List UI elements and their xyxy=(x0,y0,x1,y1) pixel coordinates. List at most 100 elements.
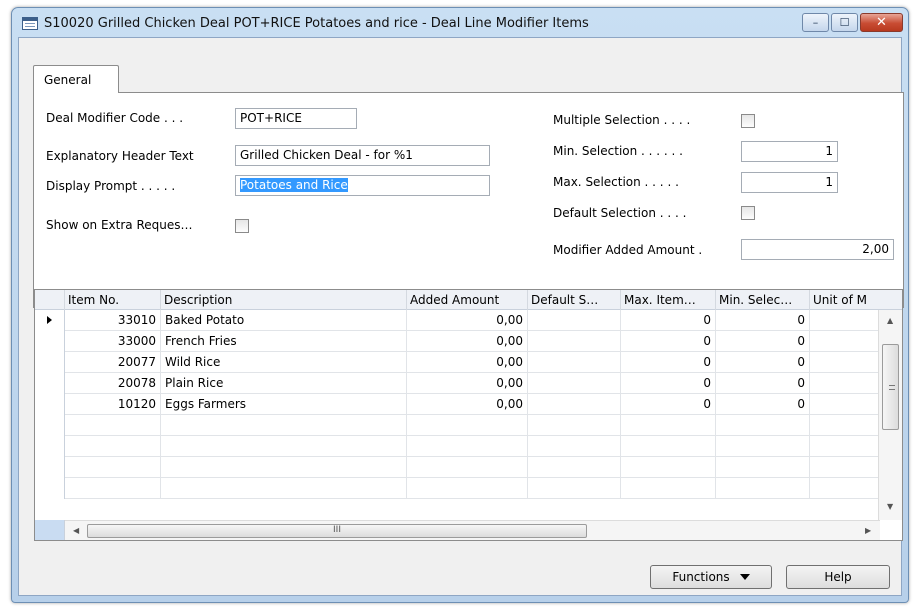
cell-item-no[interactable]: 33000 xyxy=(65,331,161,352)
scroll-left-icon[interactable]: ◀ xyxy=(73,526,79,535)
table-row[interactable] xyxy=(35,478,880,499)
scroll-up-icon[interactable]: ▲ xyxy=(887,316,893,325)
cell-unit-of-measure[interactable] xyxy=(810,436,880,457)
column-header-unit-of-measure[interactable]: Unit of M xyxy=(810,290,880,310)
cell-added-amount[interactable]: 0,00 xyxy=(407,394,528,415)
table-row[interactable]: 20078 Plain Rice 0,00 0 0 xyxy=(35,373,880,394)
show-extra-request-checkbox[interactable] xyxy=(235,219,249,233)
table-row[interactable]: 10120 Eggs Farmers 0,00 0 0 xyxy=(35,394,880,415)
min-selection-field[interactable]: 1 xyxy=(741,141,838,162)
cell-max-items[interactable]: 0 xyxy=(621,394,716,415)
tab-general[interactable]: General xyxy=(33,65,119,93)
modifier-added-amount-field[interactable]: 2,00 xyxy=(741,239,894,260)
cell-unit-of-measure[interactable] xyxy=(810,331,880,352)
cell-description[interactable]: Eggs Farmers xyxy=(161,394,407,415)
row-selector[interactable] xyxy=(35,310,65,331)
cell-max-items[interactable] xyxy=(621,436,716,457)
cell-unit-of-measure[interactable] xyxy=(810,415,880,436)
table-row[interactable] xyxy=(35,436,880,457)
multiple-selection-checkbox[interactable] xyxy=(741,114,755,128)
cell-min-selection[interactable]: 0 xyxy=(716,394,810,415)
cell-added-amount[interactable]: 0,00 xyxy=(407,310,528,331)
cell-min-selection[interactable]: 0 xyxy=(716,373,810,394)
cell-item-no[interactable] xyxy=(65,436,161,457)
vertical-scroll-thumb[interactable] xyxy=(882,344,899,430)
cell-min-selection[interactable] xyxy=(716,478,810,499)
cell-description[interactable]: Plain Rice xyxy=(161,373,407,394)
title-bar[interactable]: S10020 Grilled Chicken Deal POT+RICE Pot… xyxy=(12,8,908,38)
cell-item-no[interactable]: 20077 xyxy=(65,352,161,373)
maximize-button[interactable]: ☐ xyxy=(831,13,858,32)
cell-default-selection[interactable] xyxy=(528,331,621,352)
row-selector[interactable] xyxy=(35,478,65,499)
cell-min-selection[interactable] xyxy=(716,436,810,457)
help-button[interactable]: Help xyxy=(786,565,890,589)
column-header-max-items[interactable]: Max. Item… xyxy=(621,290,716,310)
row-selector[interactable] xyxy=(35,331,65,352)
scroll-down-icon[interactable]: ▼ xyxy=(887,502,893,511)
horizontal-scrollbar[interactable]: ◀ III ▶ xyxy=(65,520,880,540)
cell-default-selection[interactable] xyxy=(528,394,621,415)
column-header-added-amount[interactable]: Added Amount xyxy=(407,290,528,310)
row-selector[interactable] xyxy=(35,394,65,415)
cell-default-selection[interactable] xyxy=(528,415,621,436)
cell-item-no[interactable] xyxy=(65,478,161,499)
cell-min-selection[interactable] xyxy=(716,415,810,436)
cell-min-selection[interactable]: 0 xyxy=(716,352,810,373)
cell-max-items[interactable] xyxy=(621,457,716,478)
cell-min-selection[interactable]: 0 xyxy=(716,331,810,352)
cell-unit-of-measure[interactable] xyxy=(810,394,880,415)
cell-item-no[interactable]: 20078 xyxy=(65,373,161,394)
row-selector[interactable] xyxy=(35,457,65,478)
close-button[interactable]: ✕ xyxy=(860,13,903,32)
cell-max-items[interactable] xyxy=(621,415,716,436)
horizontal-scroll-thumb[interactable]: III xyxy=(87,524,587,538)
cell-default-selection[interactable] xyxy=(528,457,621,478)
cell-max-items[interactable]: 0 xyxy=(621,331,716,352)
column-header-item-no[interactable]: Item No. xyxy=(65,290,161,310)
vertical-scrollbar[interactable]: ▲ ▼ xyxy=(878,310,902,520)
cell-description[interactable]: Baked Potato xyxy=(161,310,407,331)
cell-added-amount[interactable]: 0,00 xyxy=(407,352,528,373)
table-row[interactable]: 33010 Baked Potato 0,00 0 0 xyxy=(35,310,880,331)
functions-button[interactable]: Functions xyxy=(650,565,772,589)
cell-default-selection[interactable] xyxy=(528,373,621,394)
cell-added-amount[interactable] xyxy=(407,415,528,436)
cell-min-selection[interactable]: 0 xyxy=(716,310,810,331)
cell-item-no[interactable]: 33010 xyxy=(65,310,161,331)
row-selector[interactable] xyxy=(35,415,65,436)
cell-description[interactable]: French Fries xyxy=(161,331,407,352)
cell-max-items[interactable]: 0 xyxy=(621,373,716,394)
cell-default-selection[interactable] xyxy=(528,310,621,331)
cell-min-selection[interactable] xyxy=(716,457,810,478)
cell-unit-of-measure[interactable] xyxy=(810,310,880,331)
display-prompt-field[interactable]: Potatoes and Rice xyxy=(235,175,490,196)
cell-description[interactable] xyxy=(161,457,407,478)
cell-description[interactable] xyxy=(161,478,407,499)
cell-description[interactable]: Wild Rice xyxy=(161,352,407,373)
cell-description[interactable] xyxy=(161,415,407,436)
table-row[interactable]: 20077 Wild Rice 0,00 0 0 xyxy=(35,352,880,373)
cell-added-amount[interactable] xyxy=(407,478,528,499)
column-header-description[interactable]: Description xyxy=(161,290,407,310)
cell-max-items[interactable]: 0 xyxy=(621,310,716,331)
cell-unit-of-measure[interactable] xyxy=(810,457,880,478)
cell-default-selection[interactable] xyxy=(528,352,621,373)
deal-modifier-code-field[interactable]: POT+RICE xyxy=(235,108,357,129)
max-selection-field[interactable]: 1 xyxy=(741,172,838,193)
explanatory-header-field[interactable]: Grilled Chicken Deal - for %1 xyxy=(235,145,490,166)
cell-added-amount[interactable] xyxy=(407,436,528,457)
row-selector[interactable] xyxy=(35,373,65,394)
cell-added-amount[interactable]: 0,00 xyxy=(407,373,528,394)
table-row[interactable] xyxy=(35,415,880,436)
cell-max-items[interactable]: 0 xyxy=(621,352,716,373)
column-header-default-selection[interactable]: Default S… xyxy=(528,290,621,310)
cell-unit-of-measure[interactable] xyxy=(810,352,880,373)
table-row[interactable]: 33000 French Fries 0,00 0 0 xyxy=(35,331,880,352)
scroll-right-icon[interactable]: ▶ xyxy=(865,526,871,535)
default-selection-checkbox[interactable] xyxy=(741,206,755,220)
cell-unit-of-measure[interactable] xyxy=(810,478,880,499)
cell-default-selection[interactable] xyxy=(528,436,621,457)
cell-added-amount[interactable]: 0,00 xyxy=(407,331,528,352)
column-header-min-selection[interactable]: Min. Selec… xyxy=(716,290,810,310)
